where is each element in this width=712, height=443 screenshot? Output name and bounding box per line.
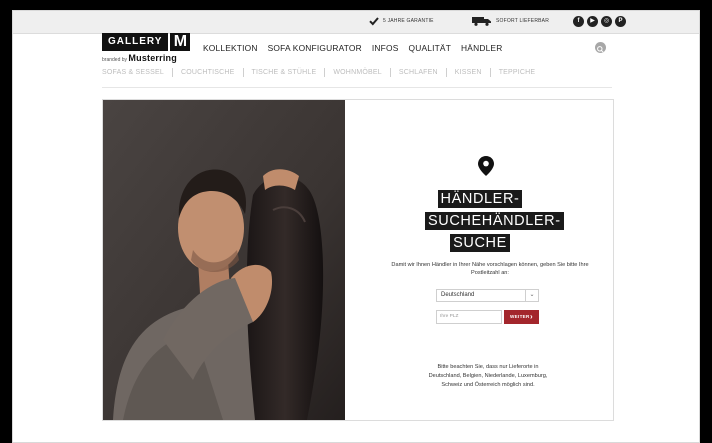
logo-letter: M	[170, 33, 191, 51]
nav-item-kollektion[interactable]: KOLLEKTION	[203, 43, 258, 53]
category-couchtische[interactable]: COUCHTISCHE	[181, 69, 235, 76]
dealer-finder-panel: HÄNDLER-SUCHEHÄNDLER-SUCHE Damit wir Ihn…	[102, 99, 614, 421]
logo-subline: branded by Musterring	[102, 53, 190, 63]
page-title-text: HÄNDLER-SUCHEHÄNDLER-SUCHE	[425, 190, 564, 252]
truck-icon	[472, 17, 491, 26]
divider	[489, 68, 491, 77]
logo-word: GALLERY	[102, 33, 169, 51]
nav-item-infos[interactable]: INFOS	[372, 43, 399, 53]
delivery-info: SOFORT LIEFERBAR	[472, 16, 549, 26]
finder-description: Damit wir Ihnen Händler in Ihrer Nähe vo…	[391, 262, 589, 276]
zip-input[interactable]: Ihre PLZ	[436, 310, 502, 324]
page-title: HÄNDLER-SUCHEHÄNDLER-SUCHE	[425, 188, 564, 254]
search-icon	[597, 46, 604, 53]
header-divider	[102, 87, 612, 88]
chevron-right-icon: ›	[530, 312, 533, 321]
divider	[171, 68, 173, 77]
submit-button[interactable]: WEITER ›	[504, 310, 539, 324]
delivery-note: Bitte beachten Sie, dass nur Lieferorte …	[428, 364, 548, 388]
category-teppiche[interactable]: TEPPICHE	[499, 69, 536, 76]
instagram-icon[interactable]: ◎	[601, 16, 612, 27]
nav-item-haendler[interactable]: HÄNDLER	[461, 43, 502, 53]
divider	[242, 68, 244, 77]
category-wohnmoebel[interactable]: WOHNMÖBEL	[333, 69, 381, 76]
logo-branded: branded by	[102, 57, 128, 63]
nav-item-sofa-konfigurator[interactable]: SOFA KONFIGURATOR	[268, 43, 362, 53]
country-select[interactable]: Deutschland ⌄	[436, 289, 539, 302]
youtube-icon[interactable]: ▶	[587, 16, 598, 27]
search-button[interactable]	[595, 42, 606, 53]
divider	[445, 68, 447, 77]
nav-item-qualitaet[interactable]: QUALITÄT	[408, 43, 451, 53]
country-select-value: Deutschland	[441, 292, 475, 298]
social-links: f ▶ ◎ P	[573, 16, 626, 27]
guarantee-label: 5 JAHRE GARANTIE	[383, 18, 434, 24]
pinterest-icon[interactable]: P	[615, 16, 626, 27]
brand-logo[interactable]: GALLERY M branded by Musterring	[102, 33, 191, 63]
page: 5 JAHRE GARANTIE SOFORT LIEFERBAR f ▶ ◎ …	[12, 10, 700, 443]
category-kissen[interactable]: KISSEN	[455, 69, 482, 76]
category-sofas-sessel[interactable]: SOFAS & SESSEL	[102, 69, 164, 76]
man-with-chair-image	[103, 100, 345, 420]
utility-bar: 5 JAHRE GARANTIE SOFORT LIEFERBAR f ▶ ◎ …	[13, 11, 699, 34]
guarantee-info: 5 JAHRE GARANTIE	[369, 16, 434, 26]
finder-form-area: HÄNDLER-SUCHEHÄNDLER-SUCHE Damit wir Ihn…	[345, 100, 613, 420]
submit-label: WEITER	[510, 314, 530, 319]
delivery-label: SOFORT LIEFERBAR	[496, 18, 550, 24]
category-schlafen[interactable]: SCHLAFEN	[399, 69, 438, 76]
main-nav: KOLLEKTION SOFA KONFIGURATOR INFOS QUALI…	[203, 43, 502, 53]
checkmark-icon	[369, 17, 379, 26]
facebook-icon[interactable]: f	[573, 16, 584, 27]
map-pin-icon	[478, 156, 494, 176]
divider	[324, 68, 326, 77]
logo-brand: Musterring	[128, 53, 177, 63]
divider	[389, 68, 391, 77]
chevron-down-icon: ⌄	[525, 290, 538, 301]
hero-photo	[103, 100, 345, 420]
category-nav: SOFAS & SESSEL COUCHTISCHE TISCHE & STÜH…	[102, 68, 535, 77]
category-tische-stuehle[interactable]: TISCHE & STÜHLE	[252, 69, 317, 76]
